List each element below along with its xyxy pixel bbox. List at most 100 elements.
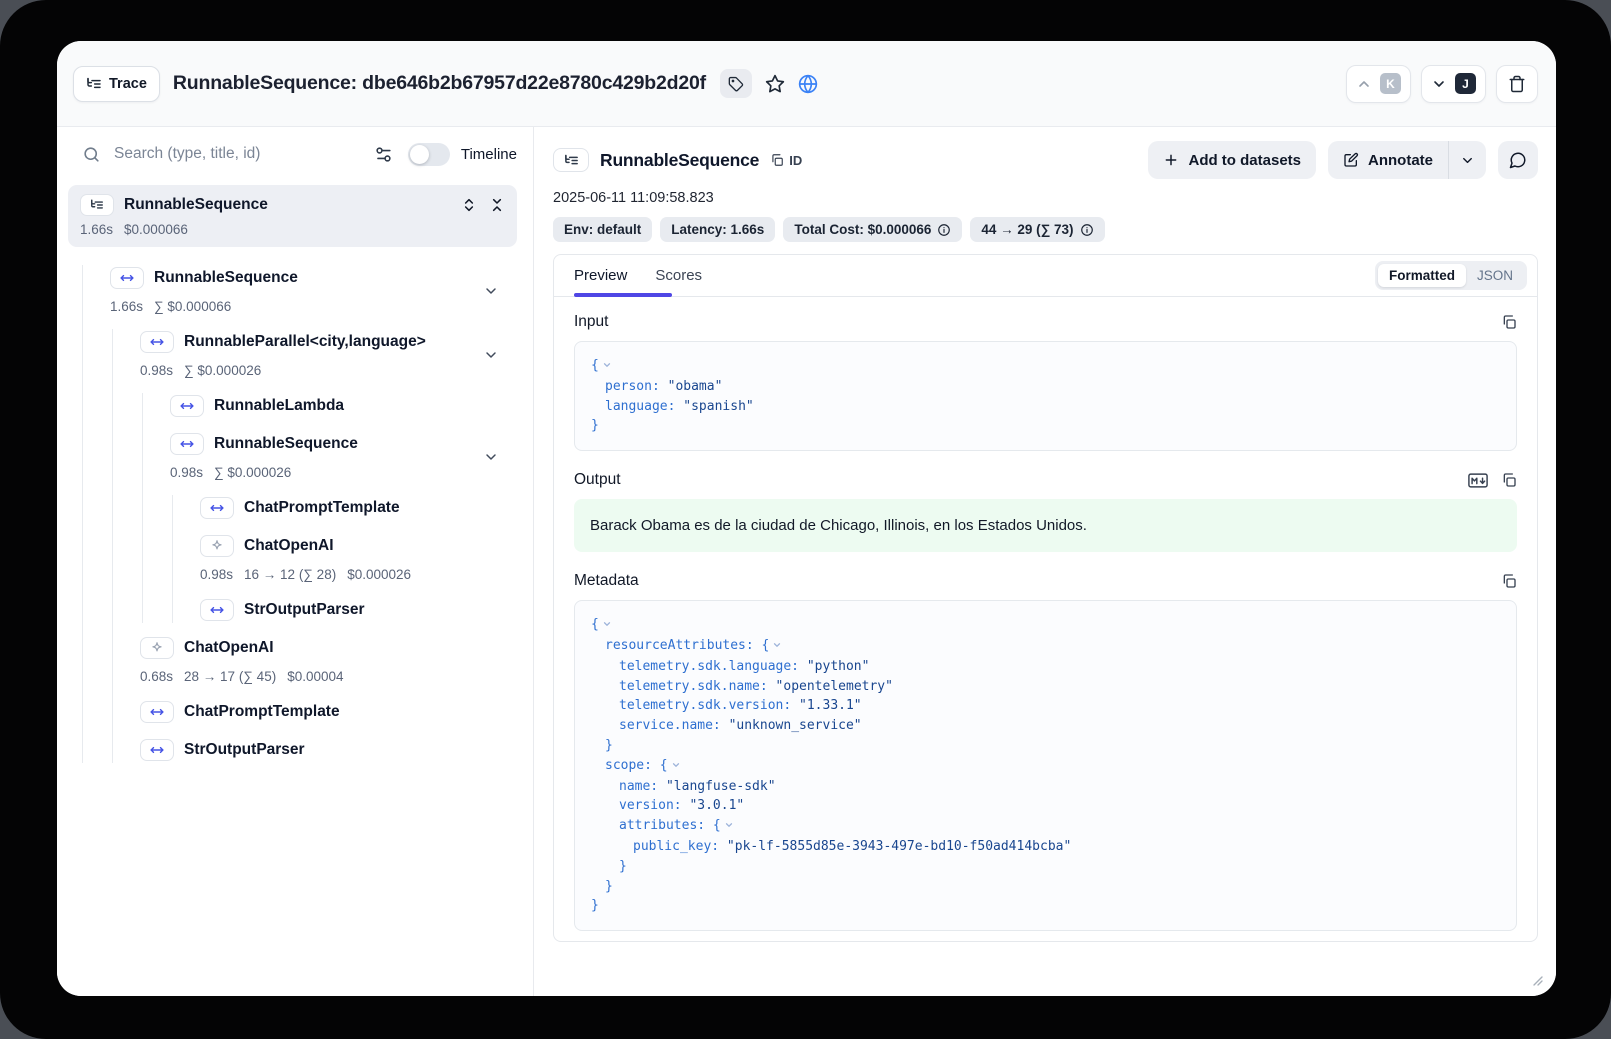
code-line: version: "3.0.1"	[591, 796, 1500, 816]
json-value: "python"	[807, 659, 870, 674]
span-arrow-icon	[180, 399, 194, 413]
resize-grip-icon[interactable]	[1531, 974, 1543, 986]
next-trace-button[interactable]: J	[1421, 65, 1486, 103]
generation-sparkle-icon	[150, 641, 164, 655]
tree-node[interactable]: ChatOpenAI0.98s16 → 12 (∑ 28)$0.000026	[57, 533, 533, 585]
json-key: attributes:	[619, 818, 713, 833]
observation-detail-panel: RunnableSequence ID Add to datasets Anno…	[534, 127, 1556, 996]
span-badge	[200, 599, 234, 621]
tree-node-label: StrOutputParser	[244, 601, 365, 619]
delete-trace-button[interactable]	[1496, 65, 1538, 103]
tab-preview[interactable]: Preview	[574, 255, 627, 296]
copy-metadata-button[interactable]	[1501, 573, 1517, 589]
node-tokens: 16 → 12 (∑ 28)	[244, 567, 336, 582]
json-option[interactable]: JSON	[1466, 264, 1524, 287]
chevron-down-icon	[1431, 76, 1447, 92]
annotate-button[interactable]: Annotate	[1328, 141, 1449, 179]
trace-tree-rows: RunnableSequence1.66s∑ $0.000066Runnable…	[57, 257, 533, 996]
list-tree-icon	[564, 153, 579, 168]
collapse-node-icon[interactable]	[602, 619, 612, 629]
node-cost: $0.00004	[287, 669, 343, 684]
node-cost: ∑ $0.000026	[184, 363, 261, 378]
formatted-option[interactable]: Formatted	[1378, 264, 1466, 287]
collapse-all-icon[interactable]	[489, 197, 505, 213]
span-badge	[170, 395, 204, 417]
code-line: service.name: "unknown_service"	[591, 716, 1500, 736]
timestamp: 2025-06-11 11:09:58.823	[553, 190, 1538, 206]
code-line: language: "spanish"	[591, 397, 1500, 417]
code-line: person: "obama"	[591, 377, 1500, 397]
tree-node[interactable]: ChatPromptTemplate	[57, 495, 533, 521]
star-icon	[765, 74, 785, 94]
tree-node[interactable]: StrOutputParser	[57, 597, 533, 623]
markdown-toggle-button[interactable]	[1468, 473, 1488, 488]
tree-node-metrics: 0.98s16 → 12 (∑ 28)$0.000026	[200, 563, 533, 585]
node-cost: ∑ $0.000026	[214, 465, 291, 480]
tree-node[interactable]: RunnableSequence1.66s∑ $0.000066	[57, 265, 533, 317]
copy-input-button[interactable]	[1501, 314, 1517, 330]
generation-badge	[200, 535, 234, 557]
tree-node-label: StrOutputParser	[184, 741, 305, 759]
tree-node-metrics: 0.98s ∑ $0.000026	[140, 359, 533, 381]
json-value: "unknown_service"	[729, 718, 862, 733]
observation-title: RunnableSequence	[600, 150, 759, 171]
copy-id-button[interactable]: ID	[770, 153, 802, 168]
span-arrow-icon	[210, 501, 224, 515]
node-duration: 1.66s	[110, 299, 143, 314]
code-line: }	[591, 736, 1500, 756]
copy-icon	[1501, 472, 1517, 488]
expand-all-icon[interactable]	[461, 197, 477, 213]
timeline-label: Timeline	[461, 146, 517, 163]
metric-badge: Env: default	[553, 217, 652, 242]
collapse-node-icon[interactable]	[772, 640, 782, 650]
tree-node-metrics: 0.98s∑ $0.000026	[170, 461, 533, 483]
annotate-dropdown-button[interactable]	[1449, 141, 1486, 179]
json-key: telemetry.sdk.name:	[619, 679, 776, 694]
node-expand-chevron[interactable]	[483, 347, 499, 363]
span-badge	[140, 701, 174, 723]
json-value: "obama"	[668, 379, 723, 394]
tag-button[interactable]	[720, 69, 752, 98]
comments-button[interactable]	[1498, 141, 1538, 179]
json-key: service.name:	[619, 718, 729, 733]
tree-node[interactable]: StrOutputParser	[57, 737, 533, 763]
span-arrow-icon	[150, 743, 164, 757]
star-button[interactable]	[765, 74, 785, 94]
collapse-node-icon[interactable]	[602, 360, 612, 370]
timeline-toggle[interactable]	[408, 143, 450, 166]
json-key: telemetry.sdk.version:	[619, 698, 799, 713]
filter-sliders-icon[interactable]	[374, 145, 393, 164]
tab-scores[interactable]: Scores	[655, 255, 702, 296]
tree-node[interactable]: RunnableLambda	[57, 393, 533, 419]
metadata-json-viewer: {resourceAttributes: {telemetry.sdk.lang…	[574, 600, 1517, 931]
output-section-label: Output	[574, 471, 1468, 489]
info-icon	[937, 223, 951, 237]
add-to-datasets-button[interactable]: Add to datasets	[1148, 141, 1316, 179]
metric-badge: Latency: 1.66s	[660, 217, 775, 242]
tree-root-item[interactable]: RunnableSequence 1.66s $0.000066	[68, 185, 517, 247]
trace-type-icon	[553, 148, 589, 172]
tree-node-metrics: 1.66s ∑ $0.000066	[110, 295, 533, 317]
node-cost: ∑ $0.000066	[154, 299, 231, 314]
chevron-down-icon	[483, 283, 499, 299]
code-line: }	[591, 877, 1500, 897]
collapse-node-icon[interactable]	[671, 760, 681, 770]
trace-tree-sidebar: Timeline RunnableSequence 1.66s $0.00006…	[57, 127, 534, 996]
node-expand-chevron[interactable]	[483, 283, 499, 299]
search-input[interactable]	[114, 145, 374, 163]
collapse-node-icon[interactable]	[724, 820, 734, 830]
node-expand-chevron[interactable]	[483, 449, 499, 465]
prev-trace-button[interactable]: K	[1346, 65, 1411, 103]
node-duration: 0.98s	[140, 363, 173, 378]
json-value: "opentelemetry"	[776, 679, 893, 694]
copy-output-button[interactable]	[1501, 472, 1517, 488]
tree-node[interactable]: RunnableParallel<city,language>0.98s∑ $0…	[57, 329, 533, 381]
tree-node[interactable]: ChatPromptTemplate	[57, 699, 533, 725]
toggle-knob	[410, 145, 429, 164]
tree-node[interactable]: ChatOpenAI0.68s28 → 17 (∑ 45)$0.00004	[57, 635, 533, 687]
span-arrow-icon	[210, 603, 224, 617]
markdown-icon	[1468, 473, 1488, 488]
tree-node[interactable]: RunnableSequence0.98s∑ $0.000026	[57, 431, 533, 483]
globe-button[interactable]	[798, 74, 818, 94]
trace-title: RunnableSequence: dbe646b2b67957d22e8780…	[173, 72, 706, 95]
